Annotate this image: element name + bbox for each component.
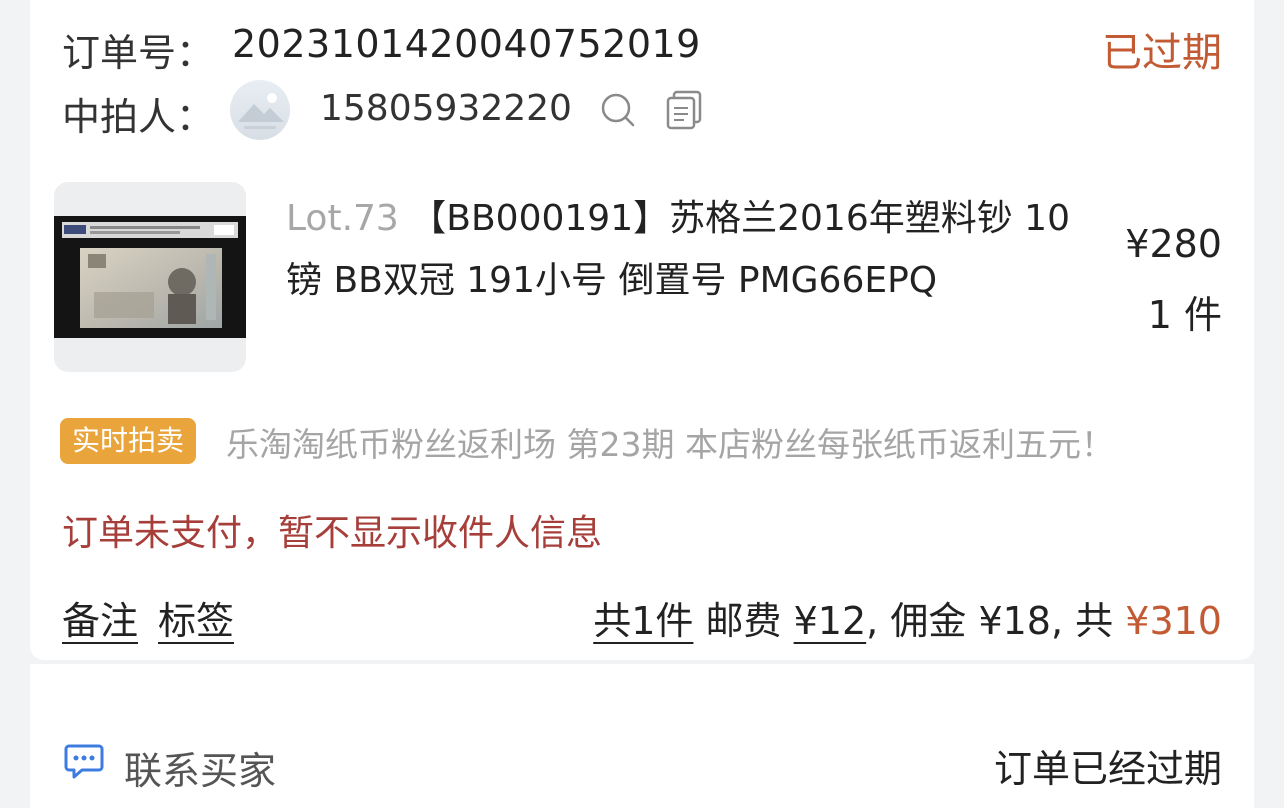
chat-icon[interactable] [64,742,104,784]
search-icon[interactable] [598,90,638,134]
auction-session-name[interactable]: 乐淘淘纸币粉丝返利场 第23期 本店粉丝每张纸币返利五元！ [226,418,1114,466]
commission-label: 佣金 [890,599,967,643]
product-title[interactable]: Lot.73 【BB000191】苏格兰2016年塑料钞 10镑 BB双冠 19… [286,188,1076,312]
lot-number: Lot.73 [286,198,399,239]
avatar[interactable] [230,80,290,140]
item-quantity: 1 件 [1147,293,1222,337]
separator: , [866,599,879,643]
order-no: 2023101420040752019 [232,22,701,66]
banknote-image [54,216,246,338]
remark-link[interactable]: 备注 [62,590,138,645]
item-count[interactable]: 共1件 [593,599,693,643]
winner-label: 中拍人： [62,95,215,139]
order-expired-text: 订单已经过期 [993,747,1222,791]
order-no-label: 订单号： [62,31,215,75]
separator: , [1050,599,1064,643]
action-bar: 联系买家 订单已经过期 [30,664,1254,808]
shipping-fee[interactable]: ¥12 [794,599,867,643]
order-card: 订单号： 2023101420040752019 已过期 中拍人： 158059… [30,0,1254,660]
avatar-placeholder-icon [238,93,284,129]
contact-buyer-button[interactable]: 联系买家 [124,740,276,795]
order-summary: 共1件 邮费 ¥12, 佣金 ¥18, 共 ¥310 [593,590,1222,645]
auction-type-badge: 实时拍卖 [60,418,197,464]
product-thumbnail[interactable] [54,182,246,372]
shipping-label: 邮费 [705,599,782,643]
copy-icon[interactable] [666,90,704,134]
total-amount: ¥310 [1125,599,1222,643]
unpaid-notice: 订单未支付，暂不显示收件人信息 [62,513,603,554]
commission-fee: ¥18 [978,599,1051,643]
item-price: ¥280 [1125,222,1222,266]
product-name: 【BB000191】苏格兰2016年塑料钞 10镑 BB双冠 191小号 倒置号… [286,198,1070,301]
total-label: 共 [1075,599,1114,643]
tag-link[interactable]: 标签 [158,590,234,645]
winner-phone[interactable]: 15805932220 [320,88,572,129]
order-status: 已过期 [1102,30,1222,76]
